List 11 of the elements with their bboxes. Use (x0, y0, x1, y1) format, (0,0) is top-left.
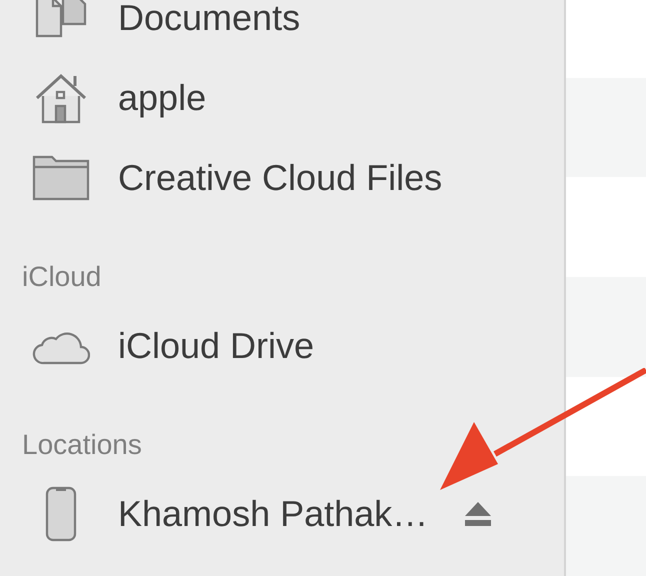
phone-icon (45, 486, 77, 542)
eject-icon[interactable] (464, 502, 492, 526)
section-header: Locations (22, 428, 142, 462)
sidebar-item[interactable]: Khamosh Pathak… (0, 474, 564, 554)
sidebar-item[interactable]: Creative Cloud Files (0, 138, 564, 218)
sidebar-item[interactable]: Documents (0, 0, 564, 58)
sidebar-item[interactable]: apple (0, 58, 564, 138)
sidebar-item[interactable]: iCloud Drive (0, 306, 564, 386)
section-header: iCloud (22, 260, 102, 294)
house-icon (33, 72, 89, 124)
folder-icon (32, 155, 90, 201)
